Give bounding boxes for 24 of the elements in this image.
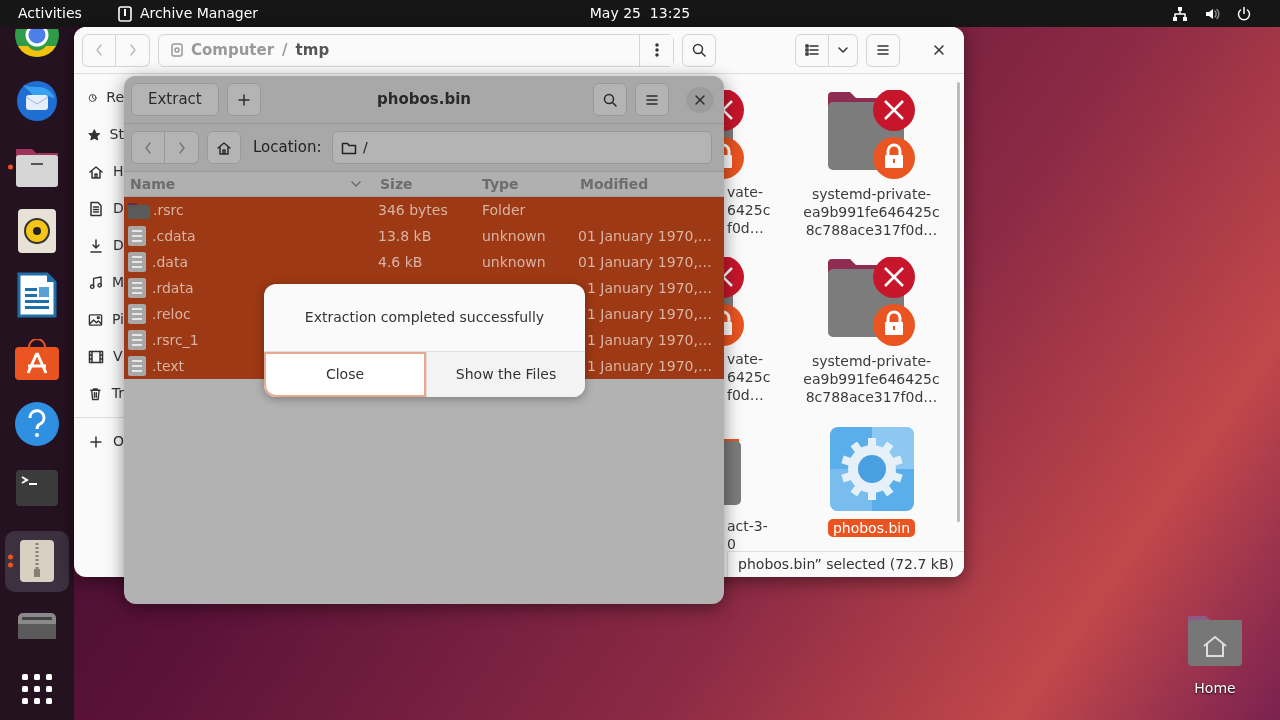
window-title: phobos.bin — [377, 89, 471, 111]
file-type: unknown — [482, 253, 546, 270]
file-date: 1 January 1970,… — [587, 357, 712, 374]
file-size: 13.8 kB — [378, 227, 432, 244]
file-name: .reloc — [152, 304, 191, 324]
file-date: 01 January 1970,… — [578, 253, 712, 270]
file-name: .rsrc_1 — [152, 330, 199, 350]
status-text: phobos.bin” selected (72.7 kB) — [727, 551, 964, 577]
path-separator: / — [282, 39, 288, 61]
file-type: unknown — [482, 227, 546, 244]
dialog-message: Extraction completed successfully — [304, 308, 545, 327]
file-date: 1 January 1970,… — [587, 305, 712, 322]
file-date: 1 January 1970,… — [587, 331, 712, 348]
file-size: 346 bytes — [378, 201, 448, 218]
file-type: Folder — [482, 201, 526, 218]
file-name: .data — [152, 252, 188, 272]
file-size: 4.6 kB — [378, 253, 423, 270]
file-name: .cdata — [152, 226, 196, 246]
file-name: .rsrc — [153, 200, 184, 220]
file-date: 01 January 1970,… — [578, 227, 712, 244]
file-name: .rdata — [152, 278, 194, 298]
file-date: 1 January 1970,… — [587, 279, 712, 296]
location-label: Location: — [253, 137, 322, 159]
file-name: .text — [152, 356, 185, 376]
